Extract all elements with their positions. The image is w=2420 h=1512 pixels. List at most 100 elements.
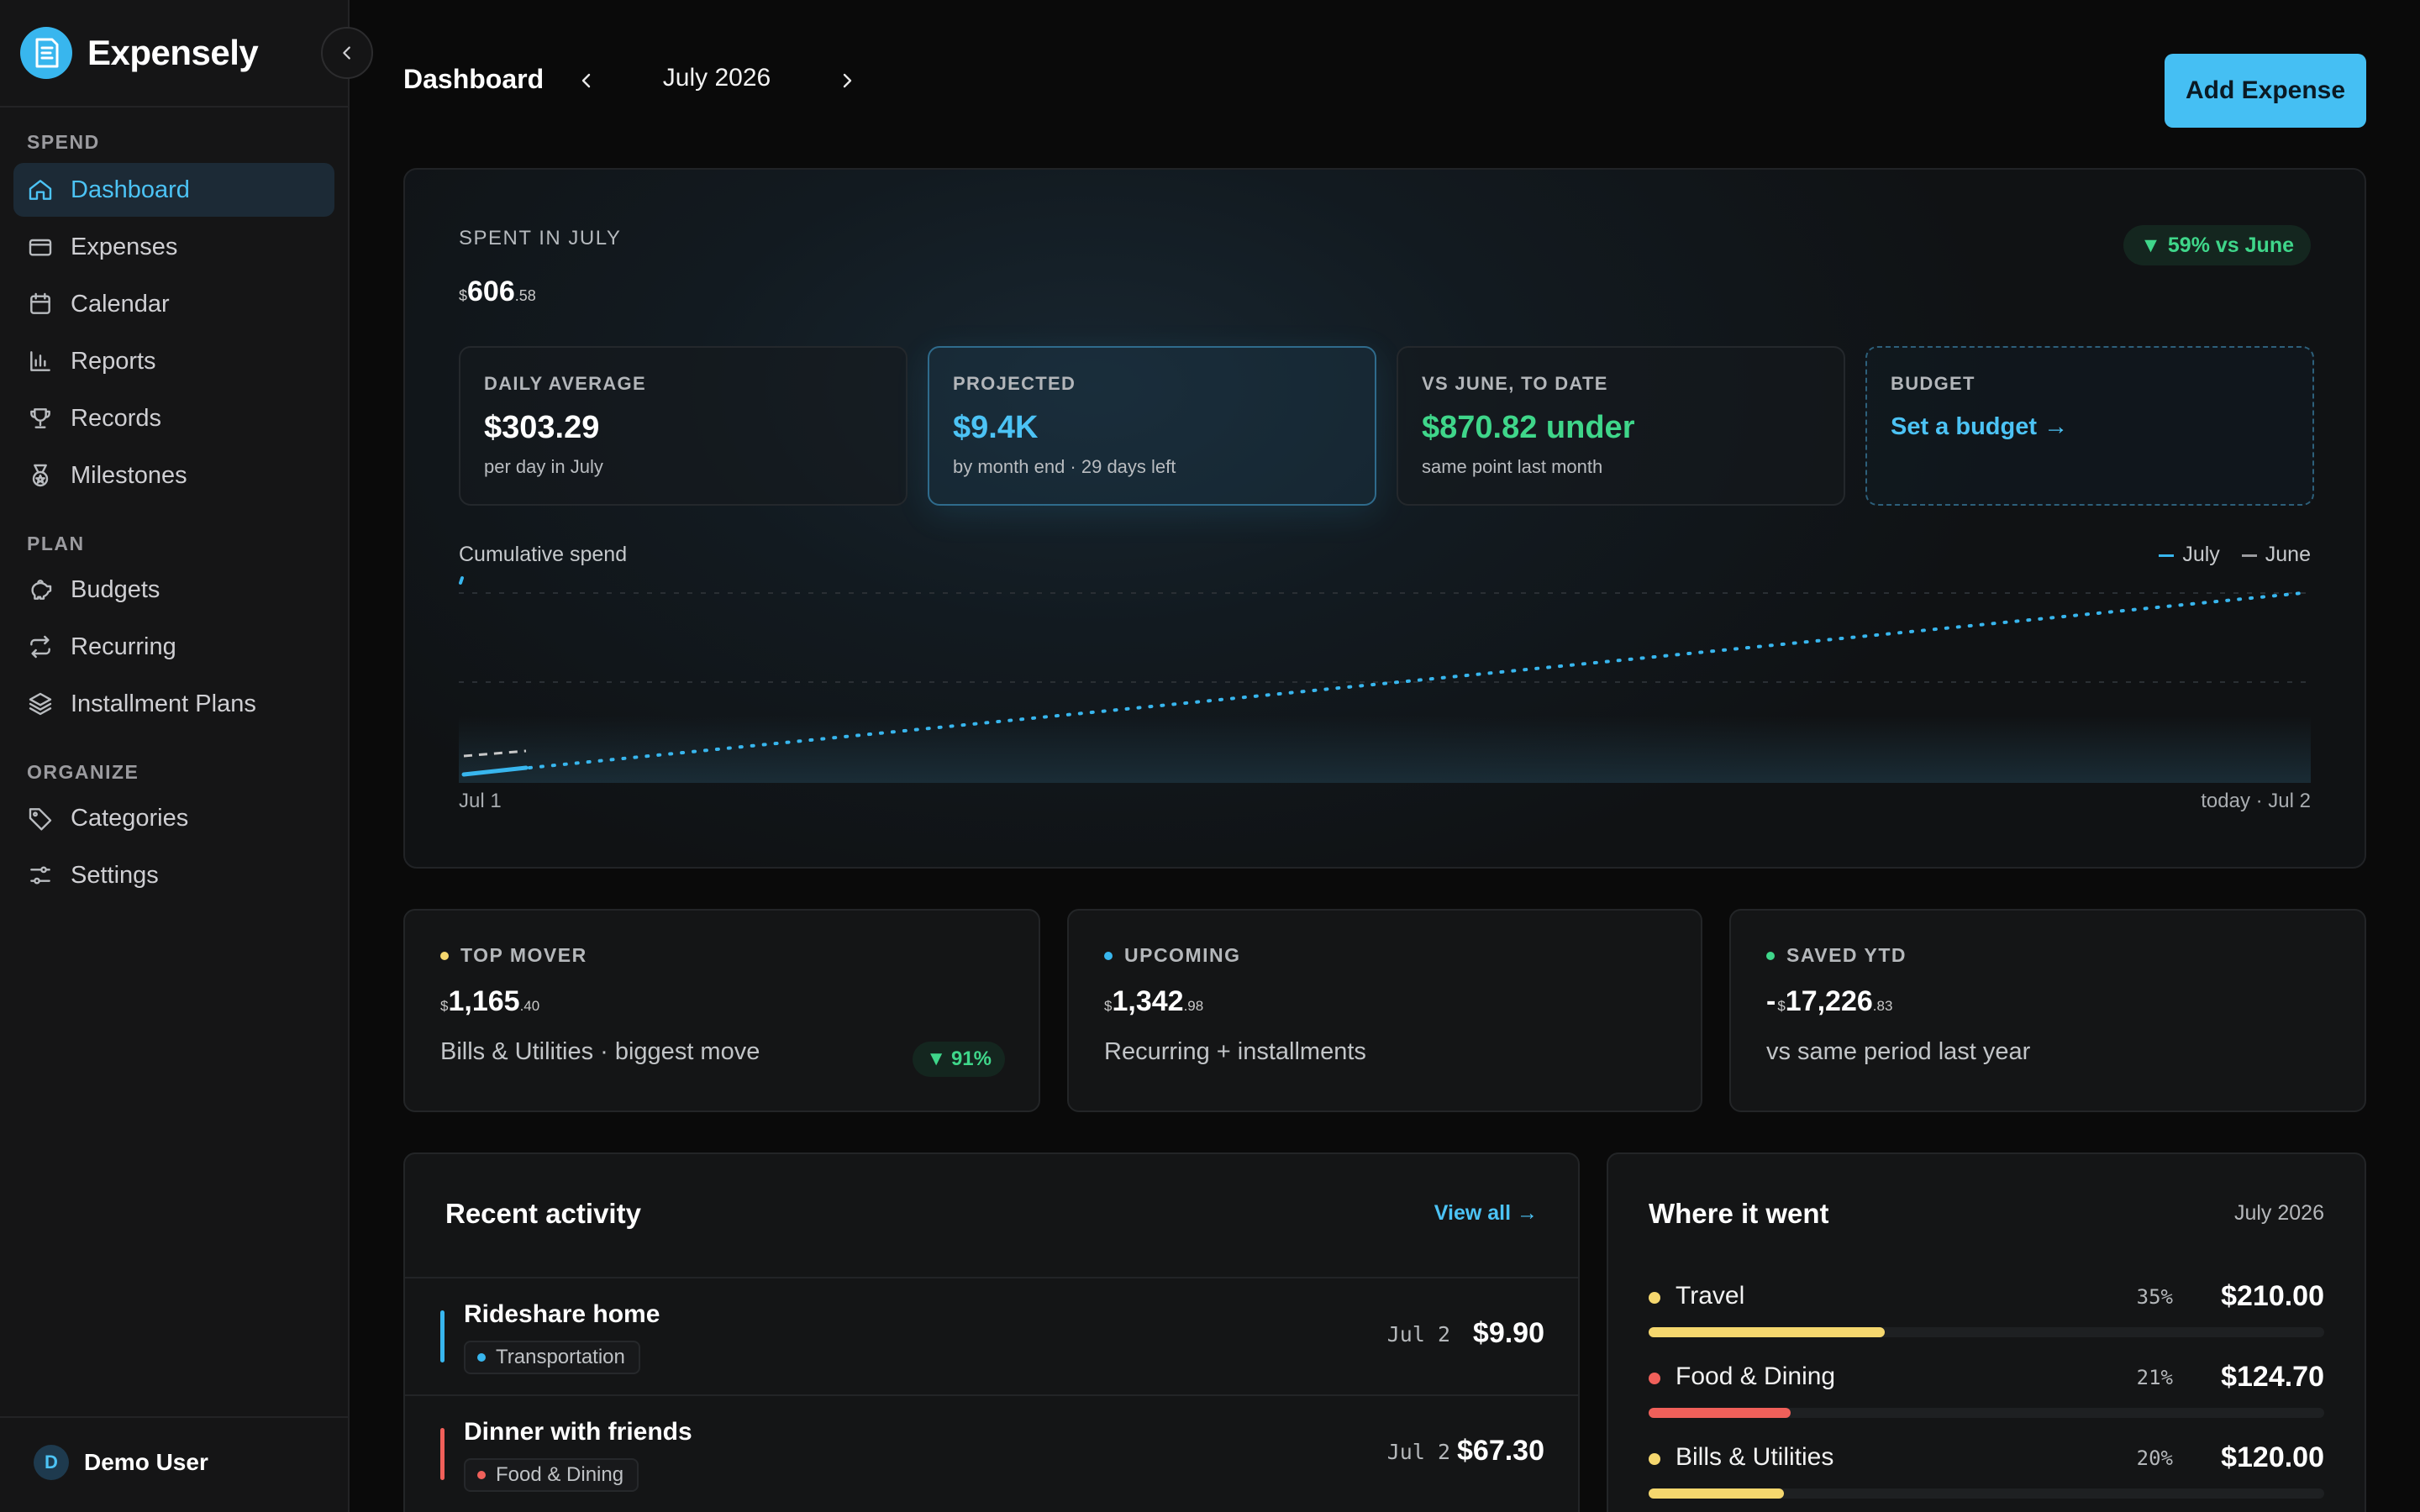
- stat-vs-june: VS JUNE, TO DATE $870.82 under same poin…: [1397, 346, 1845, 506]
- status-dot: [440, 951, 449, 960]
- spent-label: SPENT IN JULY: [459, 227, 622, 249]
- stat-label: PROJECTED: [953, 373, 1076, 394]
- collapse-sidebar-button[interactable]: [321, 27, 373, 79]
- stat-budget[interactable]: BUDGET Set a budget →: [1865, 346, 2314, 506]
- previous-month-button[interactable]: [571, 64, 602, 97]
- kpi-top-mover: TOP MOVER $1,165.40 Bills & Utilities · …: [403, 909, 1040, 1112]
- repeat-icon: [30, 635, 50, 659]
- stat-value: $303.29: [484, 410, 600, 445]
- kpi-subtext: vs same period last year: [1766, 1038, 2031, 1065]
- stat-subtext: per day in July: [484, 456, 603, 477]
- sidebar-item-recurring[interactable]: Recurring: [13, 620, 334, 674]
- status-dot: [1104, 951, 1113, 960]
- sidebar-item-categories[interactable]: Categories: [13, 791, 334, 845]
- sidebar-item-settings[interactable]: Settings: [13, 848, 334, 902]
- view-all-link[interactable]: View all →: [1434, 1201, 1538, 1226]
- chart-title: Cumulative spend: [459, 543, 628, 566]
- sidebar-item-label: Settings: [71, 861, 159, 889]
- category-percent: 21%: [2136, 1366, 2173, 1389]
- kpi-label: TOP MOVER: [460, 944, 587, 966]
- down-arrow-icon: ▼: [2140, 233, 2161, 257]
- category-tag: Transportation: [464, 1341, 640, 1374]
- category-color-bar: [440, 1428, 445, 1480]
- expensely-logo-icon: [20, 27, 72, 79]
- sliders-icon: [30, 866, 50, 885]
- add-expense-button[interactable]: Add Expense: [2165, 54, 2366, 128]
- category-dot: [1649, 1453, 1660, 1465]
- user-menu[interactable]: D Demo User: [34, 1445, 208, 1480]
- category-amount: $120.00: [2221, 1441, 2324, 1473]
- sidebar-item-dashboard[interactable]: Dashboard: [13, 163, 334, 217]
- panel-title: Recent activity: [445, 1198, 641, 1229]
- sidebar-item-label: Calendar: [71, 290, 170, 318]
- sidebar-item-label: Milestones: [71, 461, 187, 489]
- next-month-button[interactable]: [832, 64, 862, 97]
- category-row[interactable]: Food & Dining 21% $124.70: [1649, 1361, 2324, 1428]
- trend-badge: ▼ 59% vs June: [2123, 225, 2311, 265]
- kpi-amount: - $17,226.83: [1766, 985, 1893, 1017]
- stat-daily-average: DAILY AVERAGE $303.29 per day in July: [459, 346, 908, 506]
- progress-track: [1649, 1488, 2324, 1499]
- category-name: Travel: [1676, 1282, 1745, 1310]
- avatar: D: [34, 1445, 69, 1480]
- cumulative-spend-chart: [459, 576, 2311, 783]
- transaction-date: Jul 2: [1386, 1440, 1450, 1464]
- kpi-upcoming: UPCOMING $1,342.98 Recurring + installme…: [1067, 909, 1702, 1112]
- sidebar-item-expenses[interactable]: Expenses: [13, 220, 334, 274]
- nav-section-plan: PLAN: [27, 533, 85, 554]
- category-tag: Food & Dining: [464, 1458, 639, 1492]
- transaction-title: Dinner with friends: [464, 1418, 692, 1446]
- sidebar-item-reports[interactable]: Reports: [13, 334, 334, 388]
- monthly-spend-card: SPENT IN JULY $ 606 .58 ▼ 59% vs June DA…: [403, 168, 2366, 869]
- sidebar: Expensely SPEND Dashboard Expenses Calen…: [0, 0, 350, 1512]
- sidebar-item-calendar[interactable]: Calendar: [13, 277, 334, 331]
- stat-value: $870.82 under: [1422, 410, 1635, 445]
- stat-value: $9.4K: [953, 410, 1039, 445]
- kpi-amount: $1,165.40: [440, 985, 540, 1017]
- sidebar-item-records[interactable]: Records: [13, 391, 334, 445]
- medal-icon: [32, 464, 49, 487]
- status-dot: [1766, 951, 1775, 960]
- category-row[interactable]: Travel 35% $210.00: [1649, 1280, 2324, 1347]
- category-dot: [1649, 1373, 1660, 1384]
- sidebar-item-budgets[interactable]: Budgets: [13, 563, 334, 617]
- panel-title: Where it went: [1649, 1198, 1829, 1229]
- user-name: Demo User: [84, 1449, 208, 1475]
- transaction-amount: $67.30: [1457, 1435, 1544, 1467]
- list-item[interactable]: Rideshare home Transportation Jul 2 $9.9…: [405, 1277, 1578, 1394]
- list-item[interactable]: Dinner with friends Food & Dining Jul 2 …: [405, 1394, 1578, 1512]
- home-icon: [29, 180, 52, 200]
- nav-section-organize: ORGANIZE: [27, 761, 139, 783]
- chevron-right-icon: [843, 73, 852, 88]
- legend-item-june: June: [2241, 543, 2311, 567]
- sidebar-item-label: Records: [71, 404, 161, 432]
- sidebar-item-installment-plans[interactable]: Installment Plans: [13, 677, 334, 731]
- page-title: Dashboard: [403, 64, 544, 94]
- sidebar-item-milestones[interactable]: Milestones: [13, 449, 334, 502]
- chevron-left-icon: [581, 73, 591, 88]
- down-arrow-icon: ▼: [926, 1047, 946, 1070]
- kpi-saved-ytd: SAVED YTD - $17,226.83 vs same period las…: [1729, 909, 2366, 1112]
- category-row[interactable]: Bills & Utilities 20% $120.00: [1649, 1441, 2324, 1509]
- progress-fill: [1649, 1488, 1784, 1499]
- x-axis-start-label: Jul 1: [459, 790, 502, 812]
- transaction-amount: $9.90: [1472, 1317, 1544, 1349]
- brand[interactable]: Expensely: [20, 25, 259, 81]
- set-budget-link[interactable]: Set a budget →: [1891, 413, 2289, 441]
- spent-amount: $ 606 .58: [459, 276, 536, 308]
- sidebar-item-label: Budgets: [71, 575, 160, 603]
- july-start-tick: [459, 576, 464, 585]
- layers-icon: [29, 692, 52, 716]
- nav-section-spend: SPEND: [27, 131, 100, 153]
- trend-text: 59% vs June: [2167, 233, 2294, 257]
- sidebar-item-label: Reports: [71, 347, 156, 375]
- transaction-date: Jul 2: [1386, 1322, 1450, 1347]
- sidebar-item-label: Recurring: [71, 633, 176, 660]
- stat-projected: PROJECTED $9.4K by month end · 29 days l…: [928, 346, 1376, 506]
- transaction-title: Rideshare home: [464, 1300, 660, 1328]
- x-axis-end-label: today · Jul 2: [2201, 790, 2311, 812]
- progress-track: [1649, 1327, 2324, 1337]
- sidebar-divider: [0, 1416, 348, 1418]
- legend-item-july: July: [2159, 543, 2220, 567]
- piggy-bank-icon: [31, 580, 52, 600]
